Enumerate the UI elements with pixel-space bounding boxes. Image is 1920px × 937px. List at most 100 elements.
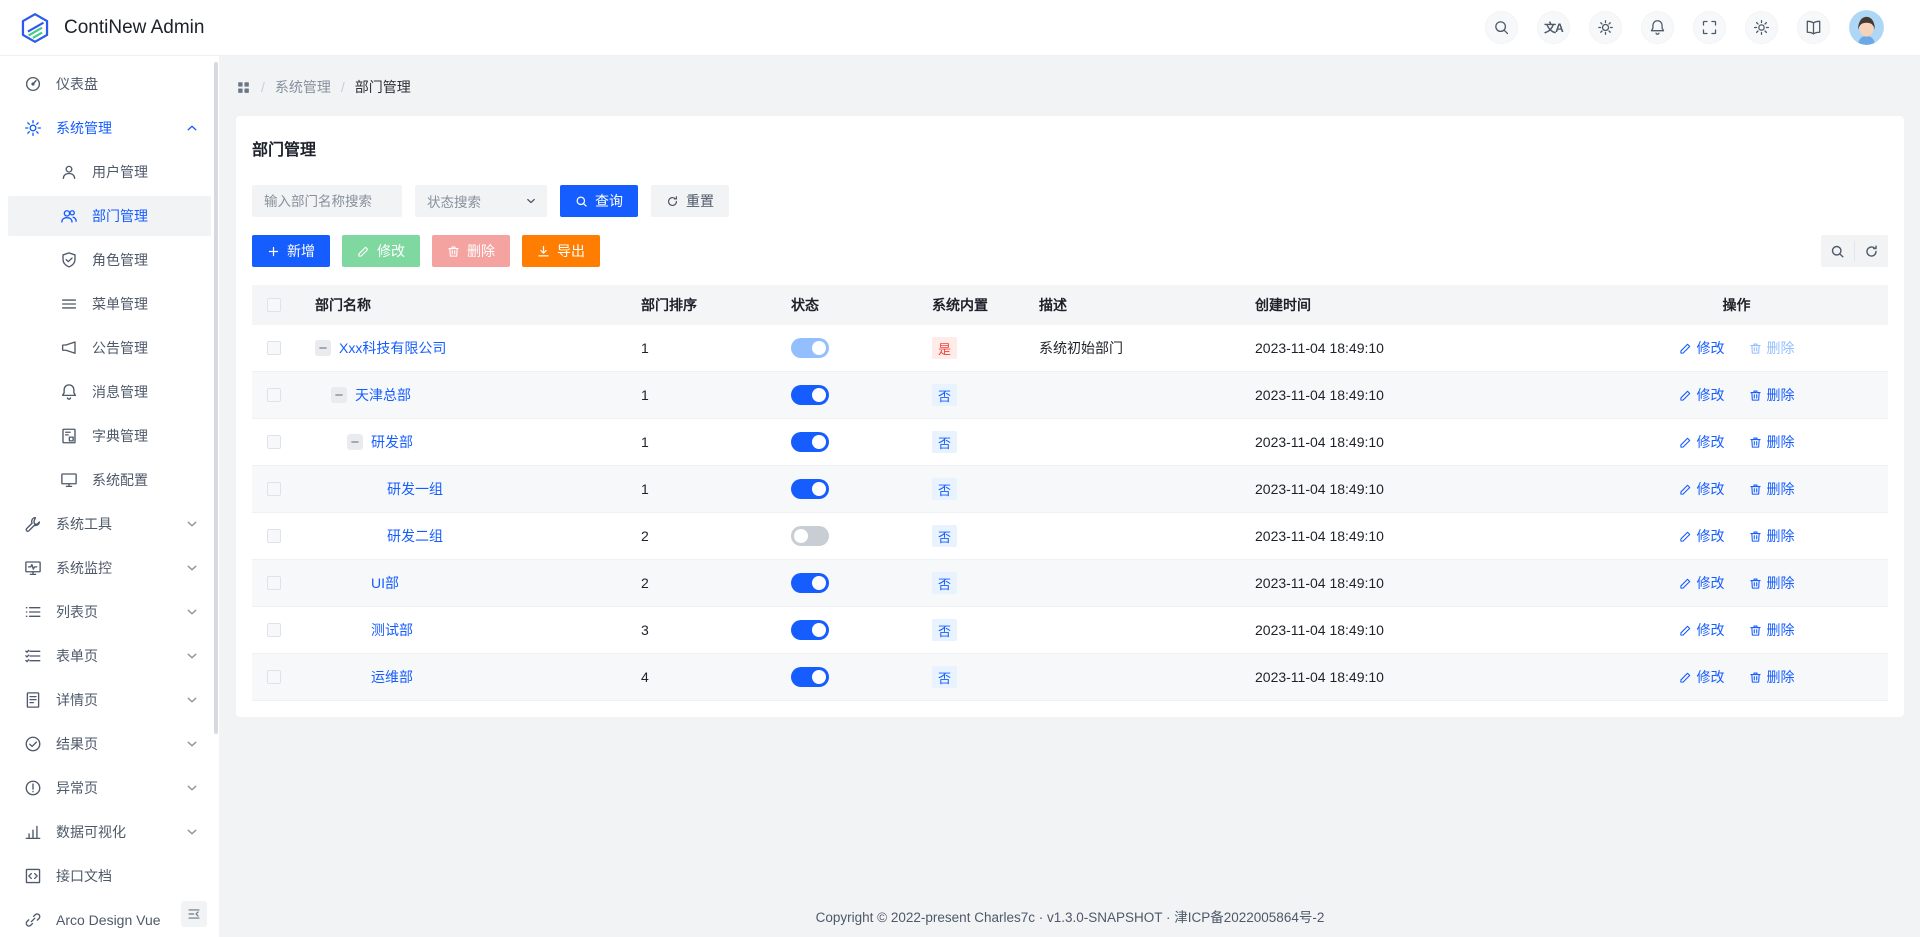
dept-created-time: 2023-11-04 18:49:10	[1239, 622, 1619, 638]
status-toggle[interactable]	[791, 667, 829, 687]
sidebar-collapse-button[interactable]	[181, 901, 207, 927]
department-link[interactable]: 天津总部	[355, 385, 411, 405]
sidebar-item-bar-chart[interactable]: 数据可视化	[8, 812, 211, 852]
search-button[interactable]: 查询	[560, 185, 638, 217]
plus-icon	[267, 245, 280, 258]
tree-collapse-button[interactable]	[315, 340, 331, 356]
row-checkbox[interactable]	[267, 388, 281, 402]
row-checkbox[interactable]	[267, 623, 281, 637]
status-toggle[interactable]	[791, 573, 829, 593]
breadcrumb-separator: /	[341, 79, 345, 95]
breadcrumb-item-system[interactable]: 系统管理	[275, 77, 331, 97]
sidebar-item-wrench[interactable]: 系统工具	[8, 504, 211, 544]
sidebar-item-user[interactable]: 用户管理	[8, 152, 211, 192]
fullscreen-button[interactable]	[1693, 11, 1726, 44]
row-edit-button[interactable]: 修改	[1679, 667, 1725, 687]
delete-button[interactable]: 删除	[432, 235, 510, 267]
select-all-checkbox[interactable]	[267, 298, 281, 312]
status-toggle[interactable]	[791, 620, 829, 640]
sidebar-item-checklist[interactable]: 表单页	[8, 636, 211, 676]
bell-icon	[60, 383, 78, 401]
language-button[interactable]: 文A	[1537, 11, 1570, 44]
export-button[interactable]: 导出	[522, 235, 600, 267]
sidebar-item-label: 角色管理	[92, 250, 199, 270]
row-delete-button[interactable]: 删除	[1749, 573, 1795, 593]
status-toggle[interactable]	[791, 432, 829, 452]
row-delete-button[interactable]: 删除	[1749, 667, 1795, 687]
row-delete-button[interactable]: 删除	[1749, 526, 1795, 546]
row-delete-button[interactable]: 删除	[1749, 479, 1795, 499]
status-toggle[interactable]	[791, 338, 829, 358]
builtin-badge: 否	[932, 525, 957, 547]
table-row: 研发一组1否2023-11-04 18:49:10修改删除	[252, 466, 1888, 513]
book-icon	[1805, 19, 1822, 36]
row-edit-button[interactable]: 修改	[1679, 620, 1725, 640]
sidebar-item-dictionary[interactable]: 字典管理	[8, 416, 211, 456]
sidebar-item-dashboard[interactable]: 仪表盘	[8, 64, 211, 104]
row-delete-button[interactable]: 删除	[1749, 432, 1795, 452]
sidebar-item-megaphone[interactable]: 公告管理	[8, 328, 211, 368]
sidebar-item-menu-lines[interactable]: 菜单管理	[8, 284, 211, 324]
row-edit-button[interactable]: 修改	[1679, 573, 1725, 593]
row-edit-button[interactable]: 修改	[1679, 432, 1725, 452]
sidebar-item-code-square[interactable]: 接口文档	[8, 856, 211, 896]
row-checkbox[interactable]	[267, 670, 281, 684]
sidebar-scrollbar[interactable]	[214, 62, 218, 734]
sidebar-item-label: 表单页	[56, 646, 171, 666]
row-edit-button[interactable]: 修改	[1679, 338, 1725, 358]
sidebar-item-check-circle[interactable]: 结果页	[8, 724, 211, 764]
theme-button[interactable]	[1589, 11, 1622, 44]
docs-button[interactable]	[1797, 11, 1830, 44]
status-toggle[interactable]	[791, 479, 829, 499]
reset-button[interactable]: 重置	[651, 185, 729, 217]
edit-button[interactable]: 修改	[342, 235, 420, 267]
sidebar-item-gear[interactable]: 系统管理	[8, 108, 211, 148]
row-delete-button[interactable]: 删除	[1749, 620, 1795, 640]
department-name-search-input[interactable]	[252, 185, 402, 217]
sidebar-item-list[interactable]: 列表页	[8, 592, 211, 632]
department-link[interactable]: 测试部	[371, 620, 413, 640]
sidebar-item-shield-check[interactable]: 角色管理	[8, 240, 211, 280]
status-filter-select[interactable]: 状态搜索	[415, 185, 547, 217]
department-link[interactable]: 研发部	[371, 432, 413, 452]
search-icon	[1830, 244, 1845, 259]
row-delete-button[interactable]: 删除	[1749, 338, 1795, 358]
sidebar-item-label: 仪表盘	[56, 74, 199, 94]
search-button[interactable]	[1485, 11, 1518, 44]
row-checkbox[interactable]	[267, 435, 281, 449]
tree-collapse-button[interactable]	[331, 387, 347, 403]
row-checkbox[interactable]	[267, 341, 281, 355]
status-toggle[interactable]	[791, 526, 829, 546]
row-checkbox[interactable]	[267, 482, 281, 496]
department-link[interactable]: UI部	[371, 573, 399, 593]
department-link[interactable]: 研发一组	[387, 479, 443, 499]
builtin-badge: 否	[932, 619, 957, 641]
row-checkbox[interactable]	[267, 576, 281, 590]
settings-button[interactable]	[1745, 11, 1778, 44]
tree-collapse-button[interactable]	[347, 434, 363, 450]
row-checkbox[interactable]	[267, 529, 281, 543]
sidebar-item-user-group[interactable]: 部门管理	[8, 196, 211, 236]
row-delete-button[interactable]: 删除	[1749, 385, 1795, 405]
sidebar-item-bell[interactable]: 消息管理	[8, 372, 211, 412]
sidebar-item-file-text[interactable]: 详情页	[8, 680, 211, 720]
add-button[interactable]: 新增	[252, 235, 330, 267]
row-edit-button[interactable]: 修改	[1679, 385, 1725, 405]
department-link[interactable]: 研发二组	[387, 526, 443, 546]
row-edit-button[interactable]: 修改	[1679, 479, 1725, 499]
sidebar-item-desktop[interactable]: 系统配置	[8, 460, 211, 500]
table-refresh-button[interactable]	[1855, 235, 1888, 267]
search-icon	[575, 195, 588, 208]
table-search-button[interactable]	[1821, 235, 1854, 267]
sidebar-item-monitor-pulse[interactable]: 系统监控	[8, 548, 211, 588]
notification-button[interactable]	[1641, 11, 1674, 44]
user-avatar[interactable]	[1849, 10, 1884, 45]
chevron-down-icon	[185, 561, 199, 575]
row-edit-button[interactable]: 修改	[1679, 526, 1725, 546]
department-link[interactable]: Xxx科技有限公司	[339, 338, 446, 358]
apps-icon[interactable]	[236, 80, 251, 95]
department-link[interactable]: 运维部	[371, 667, 413, 687]
sidebar-item-warning-circle[interactable]: 异常页	[8, 768, 211, 808]
filter-row: 状态搜索 查询 重置	[252, 185, 1888, 217]
status-toggle[interactable]	[791, 385, 829, 405]
